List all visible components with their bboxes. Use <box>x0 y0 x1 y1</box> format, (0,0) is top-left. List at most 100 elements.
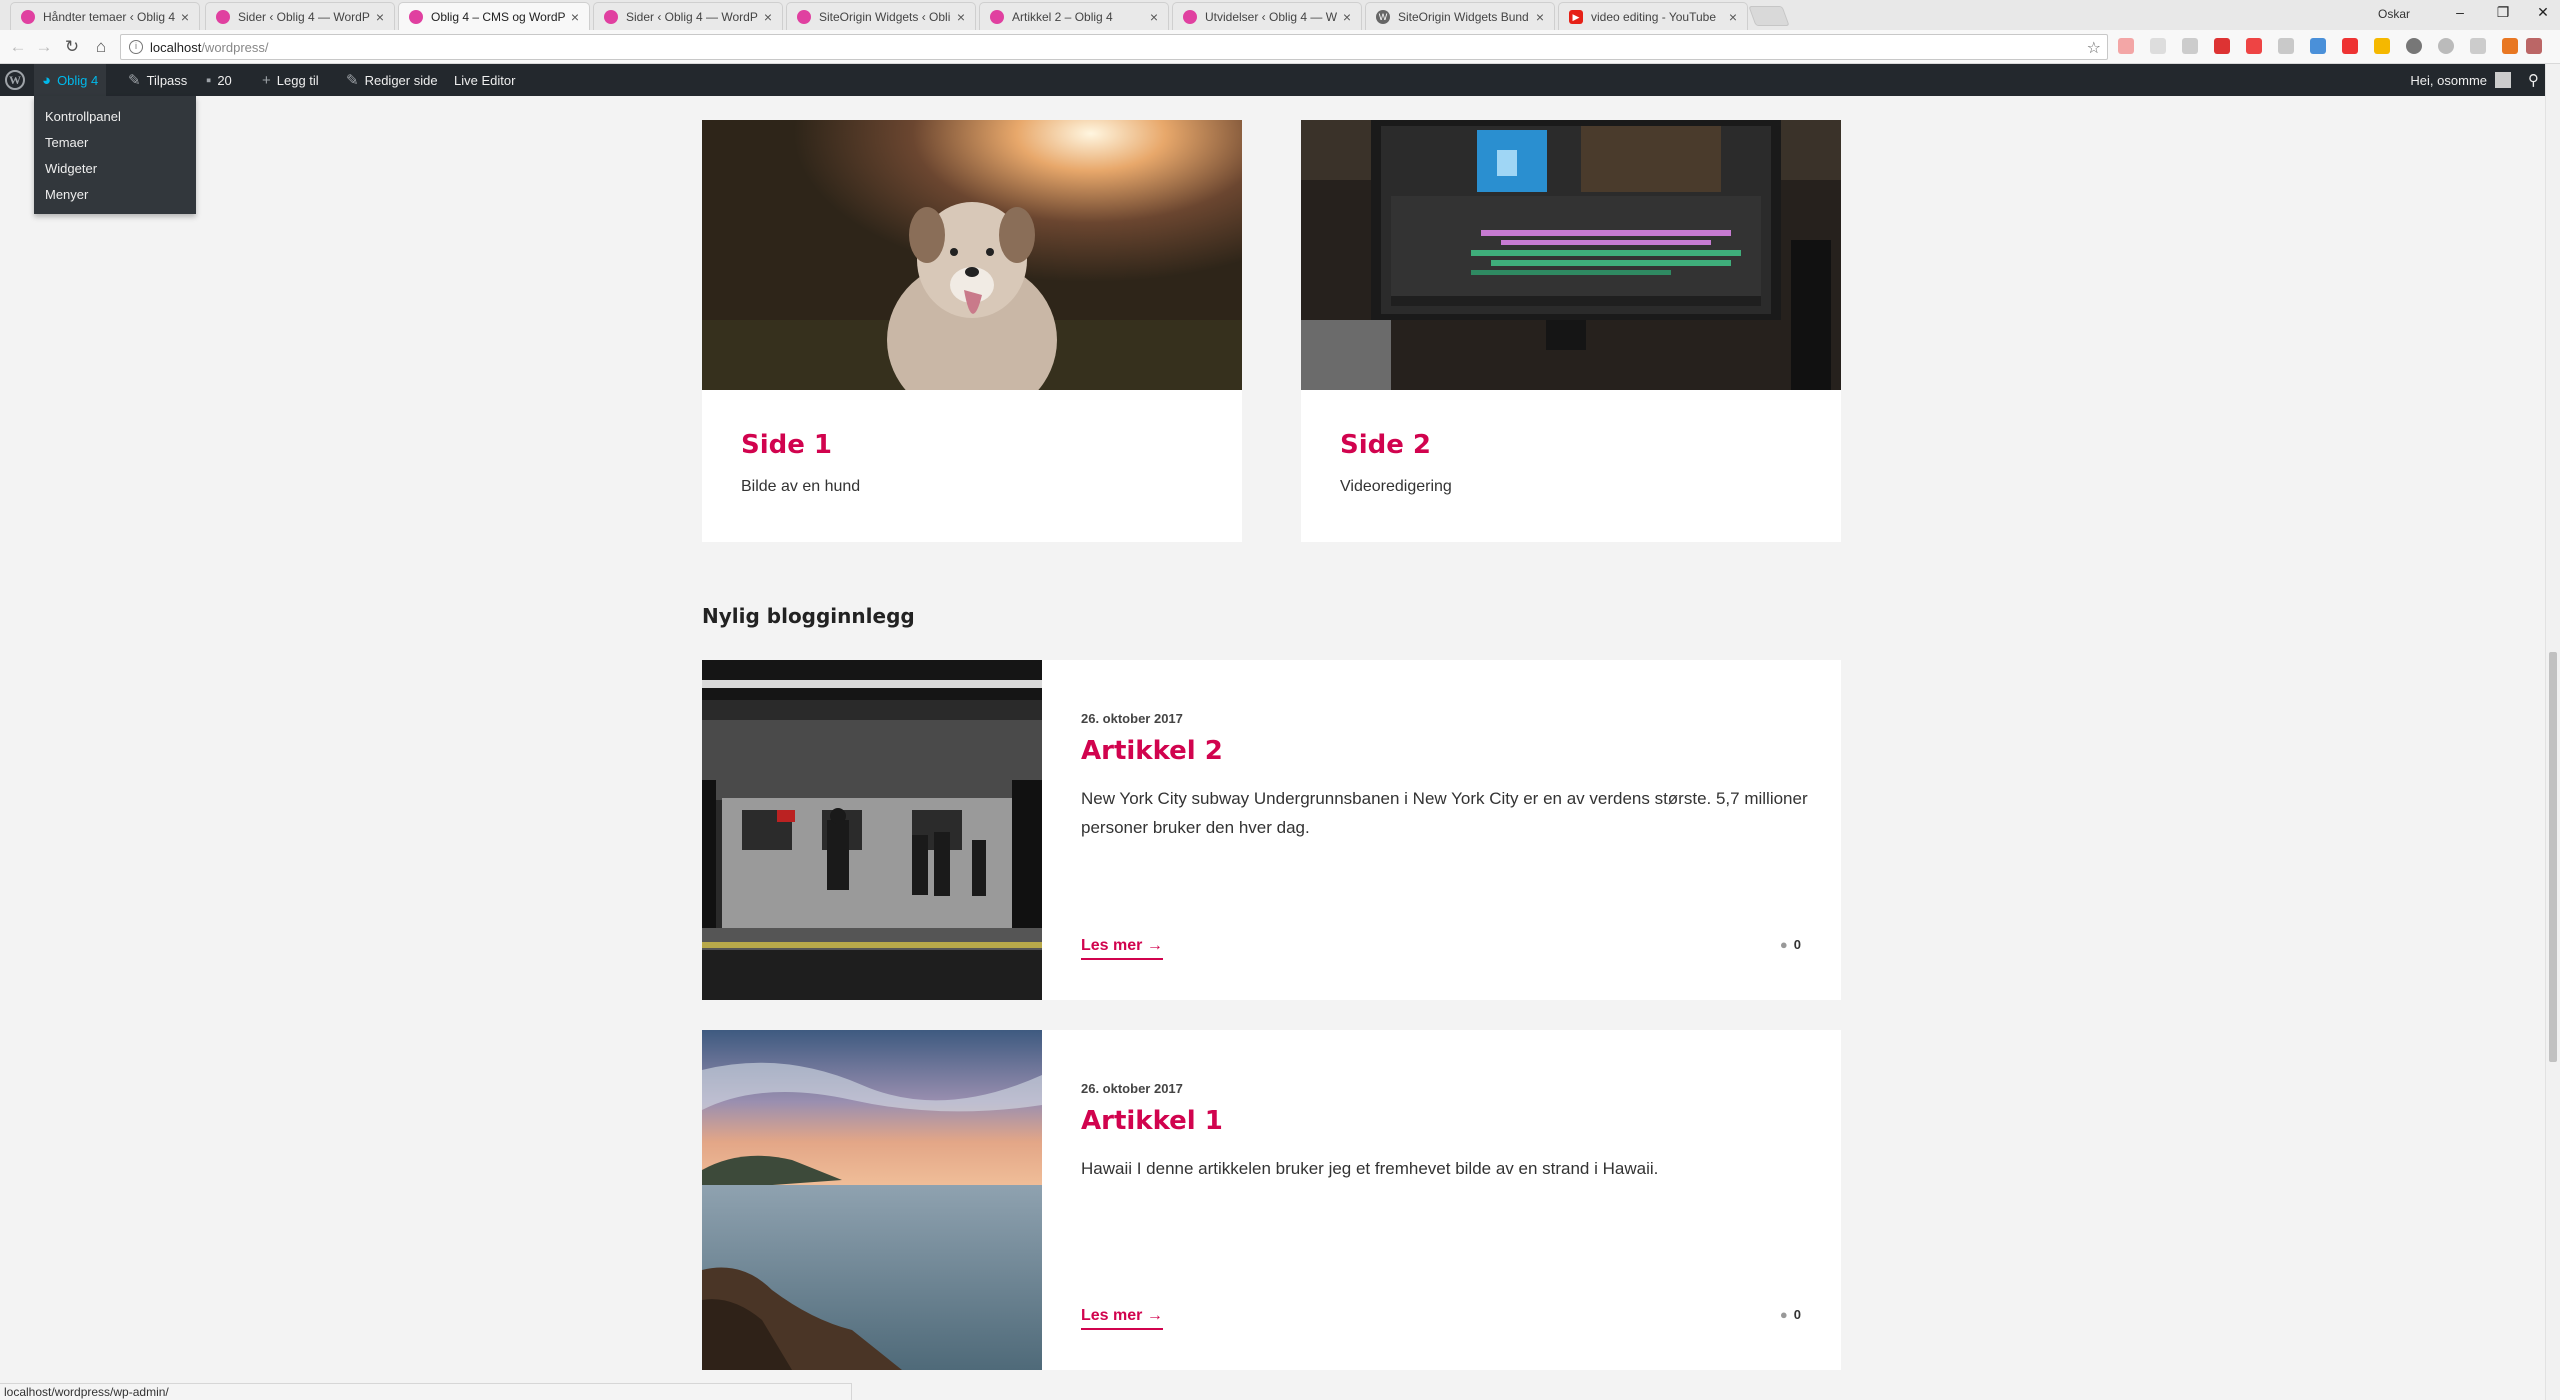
admin-bar-edit-page[interactable]: ✎ Rediger side <box>338 64 446 96</box>
close-icon[interactable]: × <box>571 9 579 25</box>
address-bar[interactable]: i localhost /wordpress/ ☆ <box>120 34 2108 60</box>
new-tab-button[interactable] <box>1748 6 1790 26</box>
admin-bar-customize[interactable]: ✎ Tilpass <box>120 64 195 96</box>
extension-icon[interactable] <box>2246 38 2262 54</box>
menu-item-menus[interactable]: Menyer <box>34 182 196 208</box>
tab-label: SiteOrigin Widgets Bund <box>1398 9 1529 24</box>
extension-icon[interactable] <box>2214 38 2230 54</box>
minimize-icon[interactable]: – <box>2445 4 2475 20</box>
close-icon[interactable]: × <box>1343 9 1351 25</box>
extension-icon[interactable] <box>2526 38 2542 54</box>
customize-label: Tilpass <box>146 72 188 88</box>
browser-tab[interactable]: Sider ‹ Oblig 4 — WordPre × <box>205 2 395 30</box>
url-host: localhost <box>150 39 202 55</box>
extension-icon[interactable] <box>2374 38 2390 54</box>
extension-icon[interactable] <box>2118 38 2134 54</box>
post-comments-link[interactable]: ● 0 <box>1780 1307 1801 1322</box>
page-scrollbar[interactable] <box>2545 64 2560 1400</box>
extension-icon[interactable] <box>2278 38 2294 54</box>
page-subtitle: Videoredigering <box>1340 478 1452 495</box>
search-icon[interactable]: ⚲ <box>2528 71 2539 89</box>
post-comments-link[interactable]: ● 0 <box>1780 937 1801 952</box>
browser-tab[interactable]: Håndter temaer ‹ Oblig 4 — × <box>10 2 200 30</box>
close-icon[interactable]: × <box>1536 9 1544 25</box>
wordpress-favicon-icon <box>604 9 618 24</box>
close-icon[interactable]: × <box>957 9 965 25</box>
tab-label: Artikkel 2 – Oblig 4 <box>1012 9 1113 24</box>
wordpress-favicon-icon <box>990 9 1004 24</box>
browser-tab[interactable]: Sider ‹ Oblig 4 — WordPre × <box>593 2 783 30</box>
extension-icon[interactable] <box>2310 38 2326 54</box>
read-more-link[interactable]: Les mer → <box>1081 937 1163 960</box>
wordpress-logo-icon: W <box>1376 9 1390 24</box>
extension-icon[interactable] <box>2406 38 2422 54</box>
post-card: 26. oktober 2017 Artikkel 2 New York Cit… <box>702 660 1841 1000</box>
tab-label: Sider ‹ Oblig 4 — WordPre <box>626 9 758 24</box>
menu-item-widgets[interactable]: Widgeter <box>34 156 196 182</box>
edit-page-label: Rediger side <box>364 72 438 88</box>
reload-icon[interactable]: ↻ <box>60 37 84 57</box>
browser-tab[interactable]: Artikkel 2 – Oblig 4 × <box>979 2 1169 30</box>
menu-item-dashboard[interactable]: Kontrollpanel <box>34 104 196 130</box>
menu-item-themes[interactable]: Temaer <box>34 130 196 156</box>
admin-bar-live-editor[interactable]: Live Editor <box>446 64 523 96</box>
comment-count: 0 <box>1793 937 1801 952</box>
forward-icon[interactable]: → <box>32 37 56 57</box>
back-icon[interactable]: ← <box>6 37 30 57</box>
admin-bar-new[interactable]: + Legg til <box>254 64 327 96</box>
tab-label: Oblig 4 – CMS og WordPre <box>431 9 565 24</box>
extension-icon[interactable] <box>2150 38 2166 54</box>
extension-icon[interactable] <box>2470 38 2486 54</box>
scrollbar-thumb[interactable] <box>2549 652 2557 1062</box>
tab-label: video editing - YouTube <box>1591 9 1716 24</box>
add-new-label: Legg til <box>276 72 319 88</box>
wp-admin-bar: W ◕ Oblig 4 ✎ Tilpass ▪ 20 + Legg til ✎ … <box>0 64 2545 96</box>
restore-icon[interactable]: ❐ <box>2488 4 2518 21</box>
wordpress-favicon-icon <box>409 9 423 24</box>
bookmark-star-icon[interactable]: ☆ <box>2087 38 2101 58</box>
home-icon[interactable]: ⌂ <box>89 37 113 57</box>
comment-count: 0 <box>1793 1307 1801 1322</box>
page-title[interactable]: Side 1 <box>741 430 832 460</box>
page-card[interactable]: Side 1 Bilde av en hund <box>702 120 1242 542</box>
close-icon[interactable]: × <box>764 9 772 25</box>
extension-icon[interactable] <box>2438 38 2454 54</box>
browser-tab[interactable]: SiteOrigin Widgets ‹ Obli × <box>786 2 976 30</box>
status-bar-url: localhost/wordpress/wp-admin/ <box>0 1383 852 1400</box>
read-more-link[interactable]: Les mer → <box>1081 1307 1163 1330</box>
admin-bar-comments[interactable]: ▪ 20 <box>198 64 240 96</box>
info-icon[interactable]: i <box>129 40 143 54</box>
post-date: 26. oktober 2017 <box>1081 711 1183 726</box>
wordpress-logo-icon[interactable]: W <box>5 70 25 90</box>
post-title[interactable]: Artikkel 1 <box>1081 1106 1223 1136</box>
close-icon[interactable]: × <box>1729 9 1737 25</box>
browser-tab[interactable]: W SiteOrigin Widgets Bund × <box>1365 2 1555 30</box>
page-subtitle: Bilde av en hund <box>741 478 861 495</box>
beach-image[interactable] <box>702 1030 1042 1370</box>
page-title[interactable]: Side 2 <box>1340 430 1431 460</box>
page-card[interactable]: Side 2 Videoredigering <box>1301 120 1841 542</box>
comments-count: 20 <box>217 72 232 88</box>
browser-tab-active[interactable]: Oblig 4 – CMS og WordPre × <box>398 2 590 30</box>
window-close-icon[interactable]: ✕ <box>2528 4 2558 21</box>
admin-bar-account[interactable]: Hei, osomme <box>2410 64 2511 96</box>
pencil-icon: ✎ <box>346 72 359 89</box>
close-icon[interactable]: × <box>376 9 384 25</box>
wordpress-favicon-icon <box>797 9 811 24</box>
browser-tab[interactable]: Utvidelser ‹ Oblig 4 — W × <box>1172 2 1362 30</box>
extension-icon[interactable] <box>2342 38 2358 54</box>
extension-icon[interactable] <box>2182 38 2198 54</box>
dashboard-icon: ◕ <box>42 71 52 89</box>
dog-image[interactable] <box>702 120 1242 390</box>
admin-bar-site-name[interactable]: ◕ Oblig 4 <box>34 64 107 96</box>
close-icon[interactable]: × <box>181 9 189 25</box>
close-icon[interactable]: × <box>1150 9 1158 25</box>
browser-tab[interactable]: ▶ video editing - YouTube × <box>1558 2 1748 30</box>
extension-icon[interactable] <box>2502 38 2518 54</box>
video-editing-image[interactable] <box>1301 120 1841 390</box>
subway-image[interactable] <box>702 660 1042 1000</box>
tab-label: Håndter temaer ‹ Oblig 4 — <box>43 9 175 24</box>
profile-name[interactable]: Oskar <box>2378 7 2410 21</box>
comment-icon: ● <box>1779 1307 1788 1322</box>
post-title[interactable]: Artikkel 2 <box>1081 736 1223 766</box>
